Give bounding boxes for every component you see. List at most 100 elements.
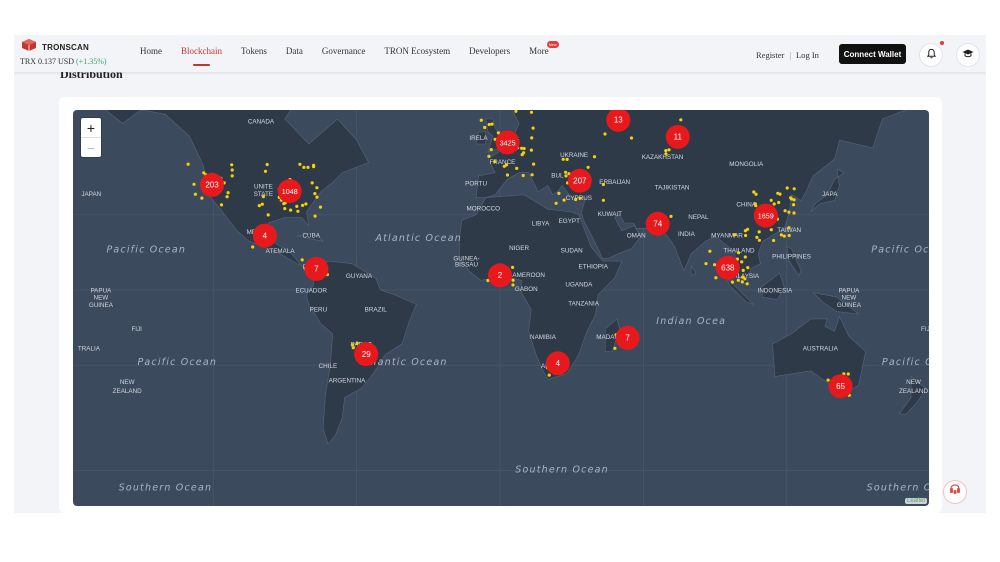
map-label-cameroon: AMEROON xyxy=(512,272,545,279)
zoom-out-button[interactable]: − xyxy=(81,137,101,157)
node-dot xyxy=(789,196,793,200)
node-dot xyxy=(511,283,515,287)
nav-tokens[interactable]: Tokens xyxy=(241,46,267,56)
app-window: TRONSCAN TRX 0.137 USD (+1.35%) Home Blo… xyxy=(14,35,986,513)
nav-governance[interactable]: Governance xyxy=(322,46,365,56)
world-map: GREENLANDCANADAICELANDFINLANDRUSSIAIRELA… xyxy=(73,110,929,506)
node-dot xyxy=(522,151,526,155)
node-cluster[interactable]: 207 xyxy=(567,168,592,193)
map-label-nz1b: ZEALAND xyxy=(113,388,142,395)
node-dot xyxy=(664,149,668,153)
node-dot xyxy=(586,165,590,169)
node-dot xyxy=(601,198,606,202)
node-dot xyxy=(350,343,354,347)
cluster-count: 29 xyxy=(362,350,371,359)
node-dot xyxy=(487,122,491,127)
connect-wallet-button[interactable]: Connect Wallet xyxy=(839,44,906,64)
node-dot xyxy=(313,214,317,218)
cluster-count: 4 xyxy=(263,231,268,240)
node-dot xyxy=(283,207,287,211)
node-cluster[interactable]: 74 xyxy=(645,211,670,236)
help-button[interactable] xyxy=(943,480,967,504)
map-label-egypt: EGYPT xyxy=(559,218,580,225)
map-label-ukraine: UKRAINE xyxy=(560,152,588,159)
node-dot xyxy=(826,378,830,382)
nav-blockchain[interactable]: Blockchain xyxy=(181,46,222,66)
node-dot xyxy=(743,229,748,233)
node-dot xyxy=(192,182,196,186)
auth-divider: | xyxy=(789,50,792,60)
node-dot xyxy=(741,268,745,272)
node-cluster[interactable]: 2 xyxy=(488,263,512,288)
node-dot xyxy=(704,262,708,266)
map-label-indian: Indian Ocea xyxy=(656,316,726,327)
nav-more[interactable]: More New xyxy=(529,41,559,56)
node-cluster[interactable]: 7 xyxy=(304,256,329,281)
node-dot xyxy=(226,191,230,195)
zoom-in-button[interactable]: + xyxy=(81,118,101,137)
map-label-pacific4: Pacific Oc xyxy=(882,357,929,368)
node-cluster[interactable]: 29 xyxy=(354,342,379,367)
node-dot xyxy=(315,186,319,190)
academy-button[interactable] xyxy=(956,43,980,67)
node-cluster[interactable]: 203 xyxy=(200,172,224,197)
node-dot xyxy=(787,233,791,238)
node-dot xyxy=(603,132,607,136)
node-dot xyxy=(743,277,747,281)
cluster-count: 1048 xyxy=(282,187,298,196)
map-label-kuwait: KUWAIT xyxy=(598,211,622,218)
node-dot xyxy=(502,164,506,168)
node-dot xyxy=(629,136,634,140)
node-cluster[interactable]: 3425 xyxy=(495,130,520,155)
price-change: (+1.35%) xyxy=(76,57,107,66)
brand-name: TRONSCAN xyxy=(42,43,89,52)
node-dot xyxy=(265,162,269,167)
node-distribution-map[interactable]: GREENLANDCANADAICELANDFINLANDRUSSIAIRELA… xyxy=(73,110,929,506)
node-cluster[interactable]: 1048 xyxy=(277,179,302,204)
nav-data[interactable]: Data xyxy=(286,46,303,56)
node-cluster[interactable]: 1659 xyxy=(753,203,778,228)
node-dot xyxy=(520,146,524,150)
map-label-france: FRANCE xyxy=(489,159,515,166)
login-link[interactable]: Log In xyxy=(796,50,819,60)
nav-home[interactable]: Home xyxy=(140,46,162,56)
trx-price-ticker: TRX 0.137 USD (+1.35%) xyxy=(20,57,107,66)
notifications-button[interactable] xyxy=(919,41,944,67)
node-dot xyxy=(315,195,319,199)
map-label-tralia: TRALIA xyxy=(78,345,101,352)
brand-logo[interactable]: TRONSCAN xyxy=(20,38,89,57)
node-dot xyxy=(547,373,551,377)
node-cluster[interactable]: 7 xyxy=(615,325,640,350)
map-label-ethiopia: ETHIOPIA xyxy=(579,263,609,270)
map-label-nz2a: NEW xyxy=(906,379,921,386)
map-label-japan2: JAPA xyxy=(822,191,838,198)
node-dot xyxy=(355,341,359,345)
node-dot xyxy=(752,190,756,194)
cluster-count: 638 xyxy=(721,264,735,273)
node-cluster[interactable]: 638 xyxy=(715,255,740,280)
node-dot xyxy=(714,276,718,280)
nav-tron-ecosystem[interactable]: TRON Ecosystem xyxy=(384,46,450,56)
nav-developers[interactable]: Developers xyxy=(469,46,510,56)
node-cluster[interactable]: 65 xyxy=(828,374,853,399)
node-cluster[interactable]: 4 xyxy=(252,223,277,248)
node-dot xyxy=(351,346,355,350)
node-cluster[interactable]: 11 xyxy=(665,124,690,149)
node-dot xyxy=(613,346,617,350)
leaflet-attribution[interactable]: Leaflet xyxy=(904,498,927,504)
cluster-count: 3425 xyxy=(500,138,516,147)
map-label-nepal: NEPAL xyxy=(688,214,709,221)
node-cluster[interactable]: 4 xyxy=(545,351,570,376)
node-dot xyxy=(743,255,747,259)
node-dot xyxy=(487,154,491,158)
node-dot xyxy=(757,230,761,234)
auth-links: Register | Log In xyxy=(756,50,819,60)
node-dot xyxy=(296,209,300,213)
node-dot xyxy=(736,278,740,282)
register-link[interactable]: Register xyxy=(756,50,784,60)
cluster-count: 203 xyxy=(205,181,219,190)
sri-lanka-landmass xyxy=(690,265,697,277)
map-label-niger: NIGER xyxy=(509,245,529,252)
node-dot xyxy=(846,372,850,376)
map-label-pacific1: Pacific Ocean xyxy=(106,245,186,256)
